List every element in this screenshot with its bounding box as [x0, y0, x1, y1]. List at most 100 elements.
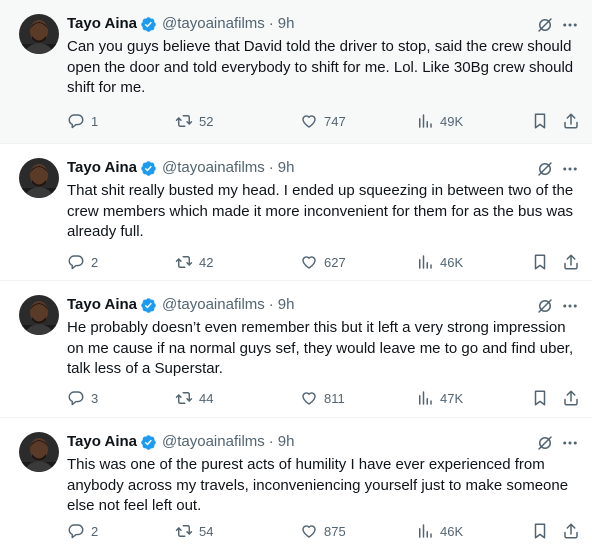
- author-name[interactable]: Tayo Aina: [67, 158, 137, 178]
- reply-icon: [68, 255, 84, 270]
- repost-count: 44: [199, 390, 214, 406]
- share-button[interactable]: [562, 521, 580, 541]
- grok-icon[interactable]: [536, 434, 554, 452]
- timestamp[interactable]: 9h: [278, 158, 295, 178]
- reply-button[interactable]: 1: [67, 111, 98, 131]
- views-icon: [419, 524, 432, 538]
- separator-dot: ·: [268, 15, 274, 32]
- avatar[interactable]: [19, 14, 59, 54]
- repost-button[interactable]: 52: [175, 111, 213, 131]
- share-icon: [564, 523, 578, 539]
- more-icon[interactable]: [560, 433, 580, 453]
- bookmark-button[interactable]: [531, 521, 549, 541]
- views-button[interactable]: 46K: [416, 521, 463, 541]
- repost-count: 54: [199, 523, 214, 539]
- separator-dot: ·: [268, 296, 274, 313]
- verified-badge-icon: [140, 297, 157, 314]
- avatar[interactable]: [19, 295, 59, 335]
- bookmark-icon: [534, 390, 546, 406]
- reply-icon: [68, 391, 84, 406]
- views-count: 49K: [440, 113, 464, 129]
- repost-icon: [175, 115, 193, 127]
- tweet-header: Tayo Aina @tayoainafilms · 9h: [67, 432, 294, 452]
- reply-count: 2: [91, 254, 99, 270]
- views-count: 46K: [440, 523, 464, 539]
- like-count: 747: [324, 113, 346, 129]
- author-handle[interactable]: @tayoainafilms: [162, 295, 265, 315]
- tweet-header: Tayo Aina @tayoainafilms · 9h: [67, 14, 294, 34]
- reply-button[interactable]: 2: [67, 252, 98, 272]
- reply-button[interactable]: 3: [67, 388, 98, 408]
- tweet-header: Tayo Aina @tayoainafilms · 9h: [67, 158, 294, 178]
- share-icon: [564, 254, 578, 270]
- separator-dot: ·: [268, 433, 274, 450]
- grok-icon[interactable]: [536, 297, 554, 315]
- share-button[interactable]: [562, 252, 580, 272]
- timestamp[interactable]: 9h: [278, 295, 295, 315]
- views-button[interactable]: 46K: [416, 252, 463, 272]
- like-button[interactable]: 875: [300, 521, 346, 541]
- tweet-actions: 2 54 875 46K: [67, 521, 580, 541]
- views-icon: [419, 391, 432, 405]
- avatar[interactable]: [19, 158, 59, 198]
- views-button[interactable]: 47K: [416, 388, 463, 408]
- repost-icon: [175, 392, 193, 404]
- like-count: 811: [324, 390, 345, 406]
- tweet[interactable]: Tayo Aina @tayoainafilms · 9h This was o…: [0, 418, 592, 550]
- like-button[interactable]: 811: [300, 388, 345, 408]
- tweet-actions: 1 52 747 49K: [67, 111, 580, 131]
- views-count: 46K: [440, 254, 464, 270]
- more-icon[interactable]: [560, 159, 580, 179]
- share-button[interactable]: [562, 111, 580, 131]
- author-handle[interactable]: @tayoainafilms: [162, 14, 265, 34]
- author-name[interactable]: Tayo Aina: [67, 14, 137, 34]
- tweet-thread: Tayo Aina @tayoainafilms · 9h Can you gu…: [0, 0, 592, 550]
- author-name[interactable]: Tayo Aina: [67, 295, 137, 315]
- bookmark-button[interactable]: [531, 252, 549, 272]
- avatar[interactable]: [19, 432, 59, 472]
- grok-icon[interactable]: [536, 160, 554, 178]
- repost-button[interactable]: 54: [175, 521, 213, 541]
- heart-icon: [302, 525, 316, 538]
- repost-button[interactable]: 42: [175, 252, 213, 272]
- reply-button[interactable]: 2: [67, 521, 98, 541]
- tweet[interactable]: Tayo Aina @tayoainafilms · 9h Can you gu…: [0, 0, 592, 144]
- heart-icon: [302, 115, 316, 128]
- heart-icon: [302, 256, 316, 269]
- tweet[interactable]: Tayo Aina @tayoainafilms · 9h That shit …: [0, 144, 592, 281]
- verified-badge-icon: [140, 16, 157, 33]
- tweet-actions: 3 44 811 47K: [67, 388, 580, 408]
- views-button[interactable]: 49K: [416, 111, 463, 131]
- tweet-header: Tayo Aina @tayoainafilms · 9h: [67, 295, 294, 315]
- repost-count: 42: [199, 254, 214, 270]
- tweet[interactable]: Tayo Aina @tayoainafilms · 9h He probabl…: [0, 281, 592, 418]
- reply-count: 1: [91, 113, 99, 129]
- bookmark-button[interactable]: [531, 111, 549, 131]
- verified-badge-icon: [140, 160, 157, 177]
- like-count: 875: [324, 523, 346, 539]
- timestamp[interactable]: 9h: [278, 432, 295, 452]
- repost-icon: [175, 525, 193, 537]
- grok-icon[interactable]: [536, 16, 554, 34]
- share-button[interactable]: [562, 388, 580, 408]
- timestamp[interactable]: 9h: [278, 14, 295, 34]
- more-icon[interactable]: [560, 15, 580, 35]
- separator-dot: ·: [268, 159, 274, 176]
- bookmark-icon: [534, 113, 546, 129]
- reply-icon: [68, 114, 84, 129]
- bookmark-button[interactable]: [531, 388, 549, 408]
- more-icon[interactable]: [560, 296, 580, 316]
- repost-button[interactable]: 44: [175, 388, 213, 408]
- like-button[interactable]: 627: [300, 252, 346, 272]
- verified-badge-icon: [140, 434, 157, 451]
- like-button[interactable]: 747: [300, 111, 346, 131]
- heart-icon: [302, 392, 316, 405]
- tweet-text: He probably doesn’t even remember this b…: [67, 319, 574, 377]
- tweet-text: This was one of the purest acts of humil…: [67, 456, 569, 514]
- tweet-text: Can you guys believe that David told the…: [67, 38, 574, 96]
- author-handle[interactable]: @tayoainafilms: [162, 158, 265, 178]
- tweet-text: That shit really busted my head. I ended…: [67, 182, 574, 240]
- author-name[interactable]: Tayo Aina: [67, 432, 137, 452]
- author-handle[interactable]: @tayoainafilms: [162, 432, 265, 452]
- share-icon: [564, 113, 578, 129]
